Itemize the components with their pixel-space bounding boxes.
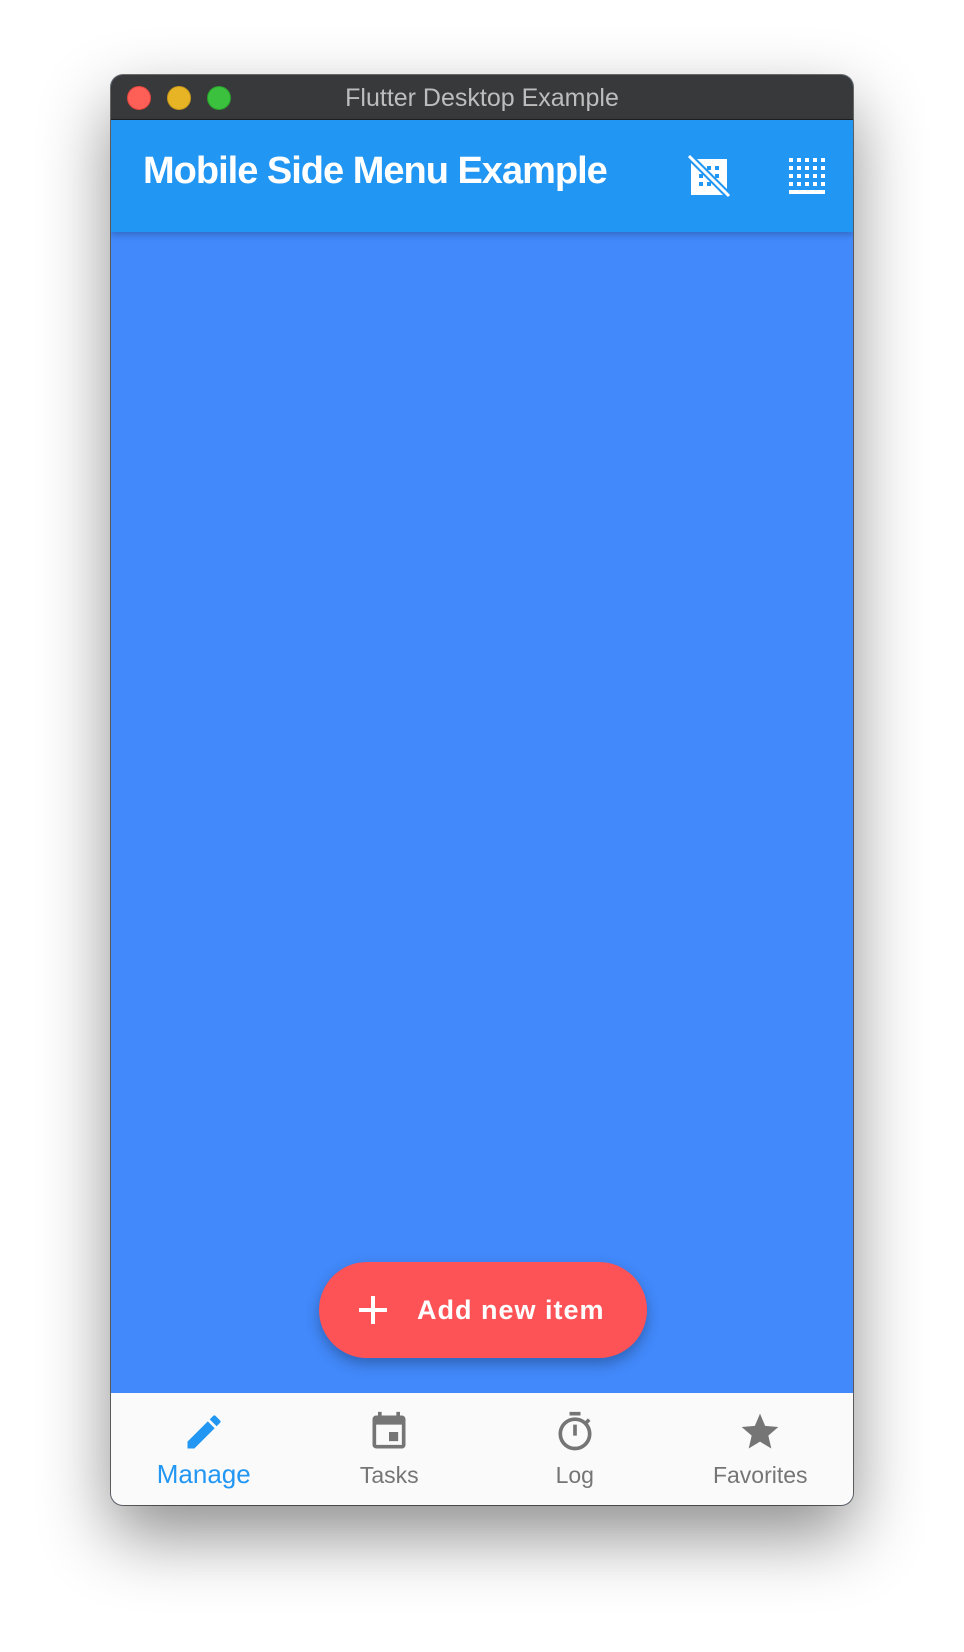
- star-icon: [741, 1413, 779, 1449]
- nav-item-label: Manage: [156, 1459, 251, 1489]
- pencil-icon: [187, 1415, 221, 1449]
- nav-item-label: Tasks: [359, 1462, 419, 1488]
- nav-item-log[interactable]: Log: [482, 1393, 668, 1505]
- add-new-item-button[interactable]: Add new item: [319, 1262, 647, 1358]
- page-title: Mobile Side Menu Example: [143, 150, 608, 192]
- window-title: Flutter Desktop Example: [345, 84, 619, 112]
- bottom-navigation-bar: Manage Tasks Log Favorites: [111, 1393, 853, 1505]
- nav-item-label: Favorites: [712, 1462, 808, 1488]
- timer-icon: [558, 1411, 592, 1451]
- add-icon: [359, 1296, 387, 1324]
- add-new-item-label: Add new item: [417, 1295, 605, 1325]
- grid-dots-icon: [789, 158, 825, 194]
- calendar-icon: [372, 1411, 406, 1449]
- nav-item-tasks[interactable]: Tasks: [297, 1393, 483, 1505]
- app-window: Flutter Desktop Example Mobile Side Menu…: [111, 75, 853, 1505]
- grid-dots-button[interactable]: [781, 150, 833, 202]
- grid-off-icon: [686, 153, 732, 199]
- nav-item-favorites[interactable]: Favorites: [668, 1393, 854, 1505]
- window-titlebar[interactable]: Flutter Desktop Example: [111, 75, 853, 120]
- grid-off-button[interactable]: [683, 150, 735, 202]
- app-bar: Mobile Side Menu Example: [111, 120, 853, 232]
- nav-item-label: Log: [555, 1462, 594, 1488]
- nav-item-manage[interactable]: Manage: [111, 1393, 297, 1505]
